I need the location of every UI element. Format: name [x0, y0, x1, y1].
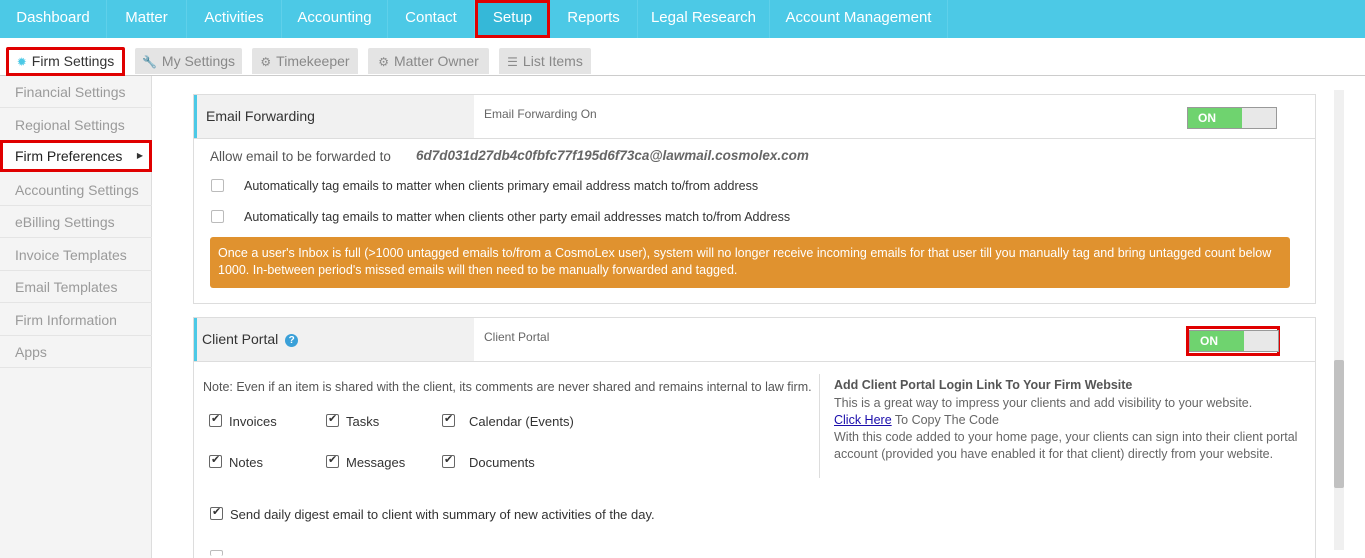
email-forwarding-toggle[interactable]: ON — [1187, 107, 1277, 129]
help-icon[interactable]: ? — [285, 333, 299, 347]
share-documents-checkbox[interactable] — [442, 453, 455, 468]
auto-tag-primary-label: Automatically tag emails to matter when … — [244, 179, 759, 193]
sidebar-item-label: Firm Preferences — [15, 148, 123, 164]
sidebar-item-firm-preferences[interactable]: Firm Preferences ▶ — [0, 140, 152, 172]
sidebar-item-email-templates[interactable]: Email Templates — [0, 271, 152, 303]
sidebar-item-regional-settings[interactable]: Regional Settings — [0, 109, 152, 141]
client-portal-toggle[interactable]: ON — [1189, 330, 1279, 352]
daily-digest-label: Send daily digest email to client with s… — [230, 507, 655, 522]
tab-timekeeper[interactable]: ⚙ Timekeeper — [252, 48, 358, 74]
portal-link-info-2: account (provided you have enabled it fo… — [834, 447, 1274, 461]
sidebar-item-firm-information[interactable]: Firm Information — [0, 304, 152, 336]
auto-tag-other-party-label: Automatically tag emails to matter when … — [244, 210, 791, 224]
panel-header: Client Portal ? Client Portal ON — [194, 318, 1315, 362]
settings-tabs: ✹ Firm Settings 🔧 My Settings ⚙ Timekeeper … — [0, 38, 1365, 76]
share-calendar-checkbox[interactable] — [442, 412, 455, 427]
share-invoices-checkbox[interactable] — [209, 412, 222, 427]
share-documents-label: Documents — [469, 455, 535, 470]
sidebar-item-ebilling-settings[interactable]: eBilling Settings — [0, 206, 152, 238]
nav-dashboard[interactable]: Dashboard — [0, 0, 107, 38]
client-portal-toggle-highlight: ON — [1186, 326, 1280, 356]
sidebar-item-invoice-templates[interactable]: Invoice Templates — [0, 239, 152, 271]
portal-link-description: This is a great way to impress your clie… — [834, 396, 1253, 410]
top-navigation: Dashboard Matter Activities Accounting C… — [0, 0, 1365, 38]
daily-digest-checkbox[interactable] — [210, 505, 223, 520]
toggle-on-label: ON — [1190, 331, 1244, 351]
panel-subtitle: Email Forwarding On — [484, 107, 597, 121]
tab-label: List Items — [522, 53, 583, 69]
auto-tag-primary-checkbox[interactable] — [211, 179, 224, 192]
nav-activities[interactable]: Activities — [187, 0, 282, 38]
nav-account-management[interactable]: Account Management — [770, 0, 948, 38]
share-messages-label: Messages — [346, 455, 406, 470]
auto-tag-other-party-checkbox[interactable] — [211, 210, 224, 223]
panel-header: Email Forwarding Email Forwarding On ON — [194, 95, 1315, 139]
gear-icon: ✹ — [16, 55, 27, 69]
nav-accounting[interactable]: Accounting — [282, 0, 388, 38]
nav-reports[interactable]: Reports — [550, 0, 638, 38]
tab-label: Firm Settings — [31, 53, 115, 69]
portal-link-info-1: With this code added to your home page, … — [834, 430, 1298, 444]
panel-title-cell: Client Portal ? — [194, 318, 474, 361]
scrollbar-thumb[interactable] — [1334, 360, 1344, 488]
tab-matter-owner[interactable]: ⚙ Matter Owner — [368, 48, 489, 74]
panel-title: Email Forwarding — [194, 95, 474, 138]
list-icon: ☰ — [507, 55, 518, 69]
client-portal-panel: Client Portal ? Client Portal ON Note: E… — [193, 317, 1316, 558]
nav-legal-research[interactable]: Legal Research — [638, 0, 770, 38]
toggle-on-label: ON — [1188, 108, 1242, 128]
portal-link-title: Add Client Portal Login Link To Your Fir… — [834, 378, 1133, 392]
email-forwarding-panel: Email Forwarding Email Forwarding On ON … — [193, 94, 1316, 304]
share-notes-checkbox[interactable] — [209, 453, 222, 468]
tab-my-settings[interactable]: 🔧 My Settings — [135, 48, 242, 74]
gear-icon: ⚙ — [378, 55, 389, 69]
tab-label: Timekeeper — [276, 53, 350, 69]
tab-firm-settings[interactable]: ✹ Firm Settings — [6, 47, 125, 76]
allow-forward-label: Allow email to be forwarded to — [210, 149, 391, 164]
share-calendar-label: Calendar (Events) — [469, 414, 574, 429]
forward-address: 6d7d031d27db4c0fbfc77f195d6f73ca@lawmail… — [416, 148, 809, 163]
sharing-note: Note: Even if an item is shared with the… — [203, 380, 812, 394]
share-notes-label: Notes — [229, 455, 263, 470]
settings-sidebar: Financial Settings Regional Settings Fir… — [0, 76, 152, 558]
inbox-full-warning: Once a user's Inbox is full (>1000 untag… — [210, 237, 1290, 288]
copy-code-line: Click Here To Copy The Code — [834, 413, 999, 427]
panel-title: Client Portal — [202, 331, 279, 347]
tab-label: My Settings — [161, 53, 236, 69]
sidebar-item-financial-settings[interactable]: Financial Settings — [0, 76, 152, 108]
caret-right-icon: ▶ — [136, 151, 143, 160]
section-divider — [819, 374, 820, 478]
share-tasks-label: Tasks — [346, 414, 380, 429]
next-option-checkbox[interactable] — [210, 550, 223, 556]
click-here-link[interactable]: Click Here — [834, 413, 892, 427]
nav-matter[interactable]: Matter — [107, 0, 187, 38]
share-invoices-label: Invoices — [229, 414, 277, 429]
wrench-icon: 🔧 — [141, 55, 157, 69]
panel-subtitle: Client Portal — [484, 330, 550, 344]
nav-setup[interactable]: Setup — [475, 0, 550, 38]
copy-code-text: To Copy The Code — [894, 413, 999, 427]
nav-contact[interactable]: Contact — [388, 0, 475, 38]
tab-list-items[interactable]: ☰ List Items — [499, 48, 591, 74]
sidebar-item-accounting-settings[interactable]: Accounting Settings — [0, 174, 152, 206]
share-tasks-checkbox[interactable] — [326, 412, 339, 427]
gears-icon: ⚙ — [260, 55, 272, 69]
tab-label: Matter Owner — [393, 53, 479, 69]
sidebar-item-apps[interactable]: Apps — [0, 336, 152, 368]
share-messages-checkbox[interactable] — [326, 453, 339, 468]
